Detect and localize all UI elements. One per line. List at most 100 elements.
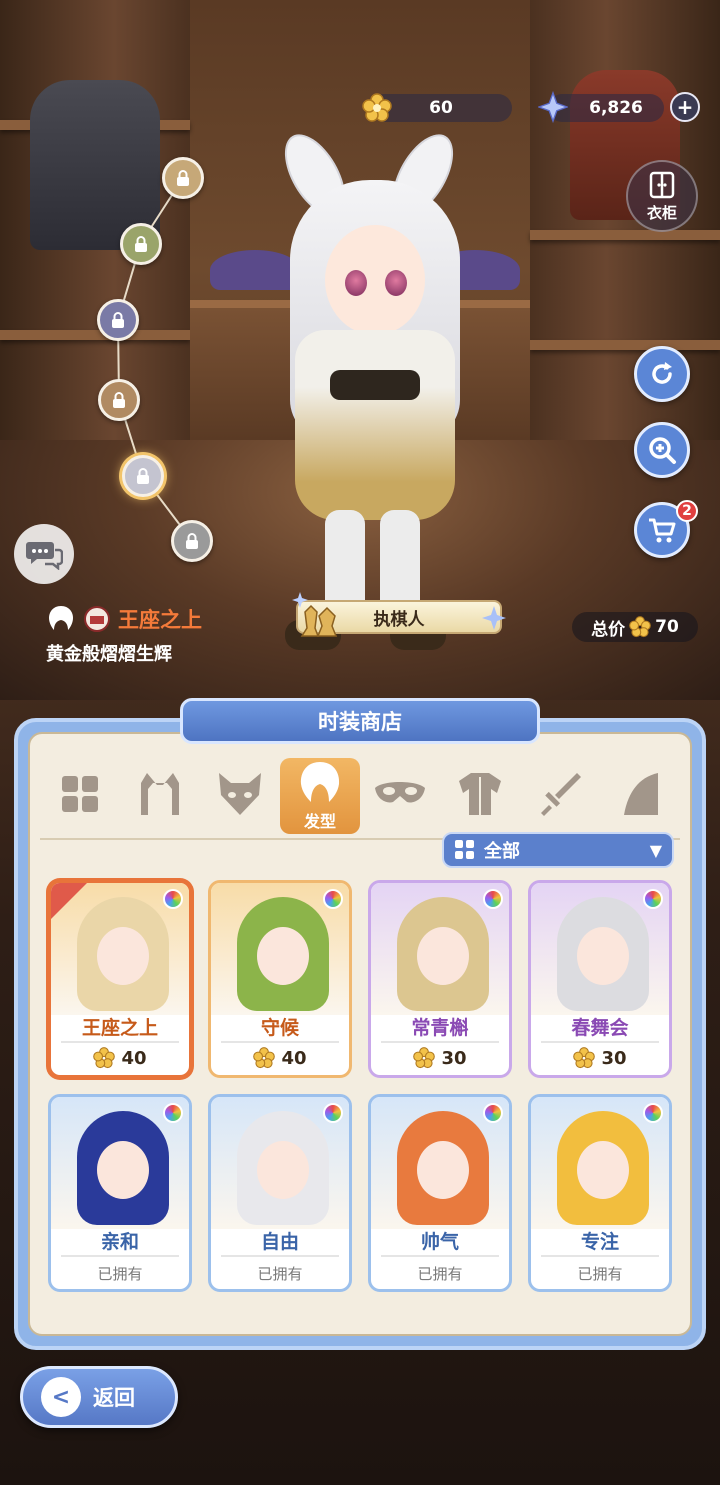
add-currency-button[interactable]: + bbox=[670, 92, 700, 122]
hairstyle-card[interactable]: 专注 已拥有 bbox=[528, 1094, 672, 1292]
hairstyle-face bbox=[577, 1141, 629, 1199]
character-model[interactable] bbox=[240, 124, 500, 670]
chat-button[interactable] bbox=[14, 524, 74, 584]
lock-node-4[interactable] bbox=[98, 379, 140, 421]
tab-eye-mask[interactable] bbox=[360, 758, 440, 834]
tab-cape[interactable] bbox=[600, 758, 680, 834]
hairstyle-face bbox=[257, 1141, 309, 1199]
hairstyle-card[interactable]: 春舞会 30 bbox=[528, 880, 672, 1078]
gold-flower-icon bbox=[253, 1047, 276, 1069]
card-divider bbox=[381, 1255, 499, 1257]
hairstyle-card[interactable]: 常青槲 30 bbox=[368, 880, 512, 1078]
hairstyle-card[interactable]: 王座之上 40 bbox=[48, 880, 192, 1078]
item-grid: 王座之上 40 守候 40 常青槲 30 春舞会 30 亲和 已拥有 自由 已拥有 帅气 已拥有 专注 已拥有 bbox=[48, 880, 678, 1292]
outfit-tag-label: 执棋人 bbox=[373, 609, 425, 630]
shop-title: 时装商店 bbox=[180, 698, 540, 744]
hairstyle-name: 春舞会 bbox=[571, 1017, 629, 1039]
hairstyle-price: 40 bbox=[51, 1047, 189, 1069]
tab-sword[interactable] bbox=[520, 758, 600, 834]
card-divider bbox=[221, 1041, 339, 1043]
dropdown-arrow-icon: ▼ bbox=[649, 840, 662, 860]
theater-badge-icon bbox=[84, 606, 110, 632]
hairstyle-card[interactable]: 亲和 已拥有 bbox=[48, 1094, 192, 1292]
card-divider bbox=[221, 1255, 339, 1257]
hairstyle-face bbox=[417, 927, 469, 985]
hairstyle-face bbox=[97, 1141, 149, 1199]
hairstyle-name: 守候 bbox=[260, 1017, 299, 1039]
lock-node-3[interactable] bbox=[97, 299, 139, 341]
lock-node-2[interactable] bbox=[120, 223, 162, 265]
reset-button[interactable] bbox=[634, 346, 690, 402]
outfit-tag[interactable]: 执棋人 bbox=[292, 592, 506, 637]
category-tabs: 发型 bbox=[40, 754, 680, 840]
lock-node-5[interactable] bbox=[122, 455, 164, 497]
lock-node-1[interactable] bbox=[162, 157, 204, 199]
lock-icon bbox=[112, 312, 124, 328]
shelf-plank bbox=[530, 230, 720, 240]
lock-icon bbox=[186, 533, 198, 549]
tab-hair[interactable]: 发型 bbox=[280, 758, 360, 834]
tab-grid[interactable] bbox=[40, 758, 120, 834]
color-variant-icon bbox=[163, 889, 183, 909]
hairstyle-face bbox=[417, 1141, 469, 1199]
color-variant-icon bbox=[323, 889, 343, 909]
tab-fox-mask[interactable] bbox=[200, 758, 280, 834]
outfit-subtitle: 黄金般熠熠生辉 bbox=[46, 644, 172, 665]
card-divider bbox=[541, 1255, 659, 1257]
zoom-button[interactable] bbox=[634, 422, 690, 478]
hairstyle-card[interactable]: 守候 40 bbox=[208, 880, 352, 1078]
chess-pieces-icon bbox=[292, 592, 338, 637]
hairstyle-name: 帅气 bbox=[420, 1231, 459, 1253]
cape-icon bbox=[620, 771, 660, 821]
tab-coat[interactable] bbox=[440, 758, 520, 834]
card-divider bbox=[381, 1041, 499, 1043]
card-divider bbox=[541, 1041, 659, 1043]
hairstyle-card[interactable]: 帅气 已拥有 bbox=[368, 1094, 512, 1292]
hairstyle-name: 自由 bbox=[260, 1231, 299, 1253]
hair-style-icon bbox=[49, 606, 73, 630]
hairstyle-price-value: 30 bbox=[601, 1047, 627, 1069]
character-eye bbox=[345, 270, 367, 296]
grid-icon bbox=[455, 840, 474, 859]
color-variant-icon bbox=[323, 1103, 343, 1123]
color-variant-icon bbox=[643, 1103, 663, 1123]
total-price-label: 总价 bbox=[591, 619, 626, 640]
back-button[interactable]: < 返回 bbox=[20, 1366, 178, 1428]
color-variant-icon bbox=[483, 889, 503, 909]
hairstyle-price: 40 bbox=[211, 1047, 349, 1069]
color-variant-icon bbox=[163, 1103, 183, 1123]
character-face bbox=[325, 225, 425, 335]
tab-cat-ears[interactable] bbox=[120, 758, 200, 834]
character-belt bbox=[330, 370, 420, 400]
filter-dropdown[interactable]: 全部 ▼ bbox=[442, 832, 674, 868]
gold-flower-icon bbox=[362, 93, 392, 123]
chat-bubbles-icon bbox=[26, 542, 63, 570]
shelf-plank bbox=[530, 340, 720, 350]
sparkle-icon bbox=[482, 606, 506, 630]
back-arrow-icon: < bbox=[41, 1377, 81, 1417]
owned-label: 已拥有 bbox=[577, 1265, 623, 1283]
hairstyle-price: 30 bbox=[371, 1047, 509, 1069]
lock-icon bbox=[137, 468, 149, 484]
color-variant-icon bbox=[643, 889, 663, 909]
coat-icon bbox=[455, 771, 505, 821]
lock-node-6[interactable] bbox=[171, 520, 213, 562]
cat-ears-icon bbox=[135, 771, 185, 821]
cart-count-badge: 2 bbox=[676, 500, 698, 522]
hairstyle-face bbox=[577, 927, 629, 985]
tab-label: 发型 bbox=[303, 812, 336, 831]
hairstyle-price-value: 40 bbox=[281, 1047, 307, 1069]
owned-label: 已拥有 bbox=[417, 1265, 463, 1283]
hairstyle-card[interactable]: 自由 已拥有 bbox=[208, 1094, 352, 1292]
wardrobe-button[interactable]: 衣柜 bbox=[626, 160, 698, 232]
owned-label: 已拥有 bbox=[97, 1265, 143, 1283]
character-dress bbox=[295, 330, 455, 520]
card-divider bbox=[61, 1041, 179, 1043]
blue-star-icon bbox=[538, 91, 568, 123]
card-divider bbox=[61, 1255, 179, 1257]
total-price: 总价 70 bbox=[572, 612, 698, 642]
gold-flower-icon bbox=[573, 1047, 596, 1069]
grid-icon bbox=[58, 772, 102, 820]
hairstyle-face bbox=[97, 927, 149, 985]
star-currency-value: 6,826 bbox=[589, 98, 643, 118]
